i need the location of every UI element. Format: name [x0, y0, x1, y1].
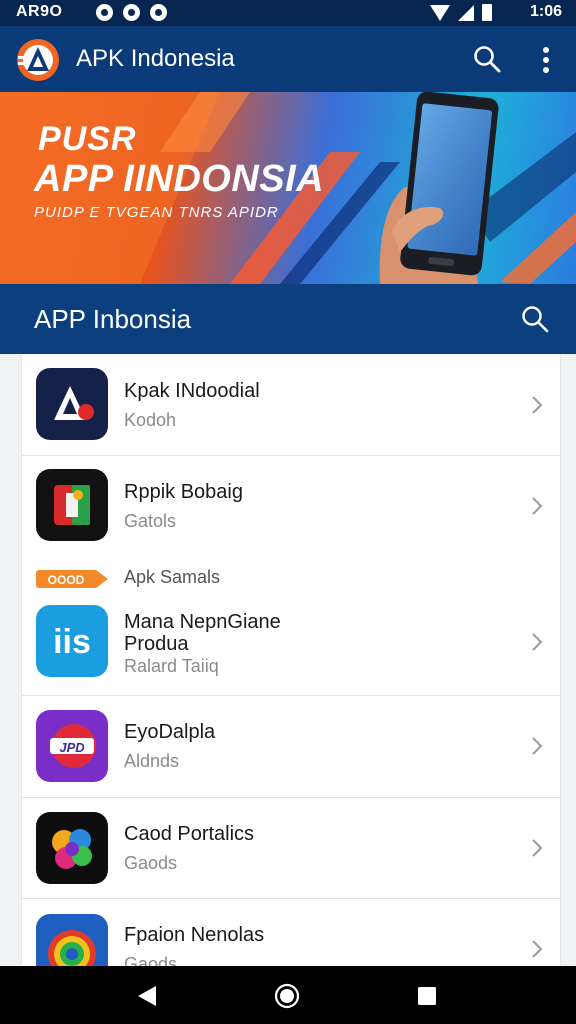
notification-icon	[96, 4, 113, 21]
sub-item-label: Apk Samals	[124, 567, 221, 587]
recent-apps-icon[interactable]	[416, 985, 438, 1007]
app-list-item[interactable]: Fpaion Nenolas Gaods	[22, 898, 560, 966]
app-subtitle: Gaods	[124, 954, 178, 966]
app-list-item[interactable]: Kpak INdoodial Kodoh	[22, 354, 560, 456]
app-iis-logo-icon: iis	[53, 623, 91, 661]
app-icon	[36, 469, 108, 541]
app-title: Mana NepnGiane Produa	[124, 611, 281, 655]
sub-item-badge-text: OOOD	[48, 573, 85, 587]
back-icon[interactable]	[136, 984, 158, 1008]
section-title: APP Inbonsia	[34, 304, 192, 334]
app-rainbow-logo-icon	[48, 930, 96, 966]
notification-icons	[96, 4, 167, 21]
search-icon[interactable]	[520, 304, 550, 334]
banner-title: APP IINDONSIA	[34, 158, 325, 200]
app-list-item[interactable]: Caod Portalics Gaods	[22, 797, 560, 899]
section-header: APP Inbonsia	[0, 284, 576, 354]
status-time: 1:06	[529, 3, 562, 20]
banner-tagline: PUIDP E TVGEAN TNRS APIDR	[34, 204, 279, 221]
app-list: Kpak INdoodial Kodoh Rppik Bobaig Gatols	[22, 354, 560, 966]
app-subtitle: Aldnds	[124, 751, 180, 771]
chevron-right-icon	[532, 633, 543, 651]
status-bar: AR9O 1:06	[0, 0, 576, 26]
chevron-right-icon	[532, 497, 543, 515]
banner-headline: PUSR	[38, 120, 137, 158]
app-list-item[interactable]: JPD EyoDalpla Aldnds	[22, 695, 560, 798]
app-colorful-logo-icon	[52, 829, 92, 869]
search-icon[interactable]	[472, 44, 502, 74]
app-bar: APK Indonesia	[0, 26, 576, 92]
chevron-right-icon	[532, 737, 543, 755]
battery-icon	[482, 4, 492, 21]
app-title: APK Indonesia	[76, 45, 235, 72]
app-subtitle: Gatols	[124, 511, 177, 531]
app-icon: iis	[36, 605, 108, 677]
app-title: Fpaion Nenolas	[124, 924, 265, 946]
sub-item-badge-icon: OOOD	[36, 570, 108, 588]
wifi-icon	[430, 5, 450, 21]
app-flag-logo-icon	[54, 485, 90, 525]
more-vert-icon[interactable]	[532, 44, 560, 76]
promo-banner[interactable]: PUSR APP IINDONSIA PUIDP E TVGEAN TNRS A…	[0, 92, 576, 284]
signal-icon	[458, 5, 474, 21]
chevron-right-icon	[532, 940, 543, 958]
notification-icon	[150, 4, 167, 21]
svg-text:JPD: JPD	[59, 740, 85, 755]
app-title: EyoDalpla	[124, 721, 216, 743]
chevron-right-icon	[532, 839, 543, 857]
app-subtitle: Ralard Taiiq	[124, 656, 219, 676]
app-icon	[36, 914, 108, 966]
app-title: Kpak INdoodial	[124, 380, 260, 402]
svg-text:iis: iis	[53, 623, 91, 661]
chevron-right-icon	[532, 396, 543, 414]
app-icon	[36, 812, 108, 884]
system-icons	[430, 4, 492, 21]
app-icon: JPD	[36, 710, 108, 782]
status-carrier-text: AR9O	[16, 3, 63, 20]
featured-sub-item[interactable]: OOOD Apk Samals	[22, 559, 560, 599]
system-nav-bar	[0, 966, 576, 1024]
app-subtitle: Kodoh	[124, 410, 177, 430]
app-a-logo-icon	[54, 386, 94, 420]
app-icon	[36, 368, 108, 440]
home-icon[interactable]	[274, 983, 300, 1009]
app-list-item[interactable]: Rppik Bobaig Gatols OOOD Apk Samals iis …	[22, 455, 560, 696]
notification-icon	[123, 4, 140, 21]
app-subtitle: Gaods	[124, 853, 178, 873]
app-title: Caod Portalics	[124, 823, 255, 845]
app-title: Rppik Bobaig	[124, 481, 243, 503]
app-logo-icon	[17, 39, 59, 81]
app-circle-logo-icon: JPD	[50, 724, 96, 768]
